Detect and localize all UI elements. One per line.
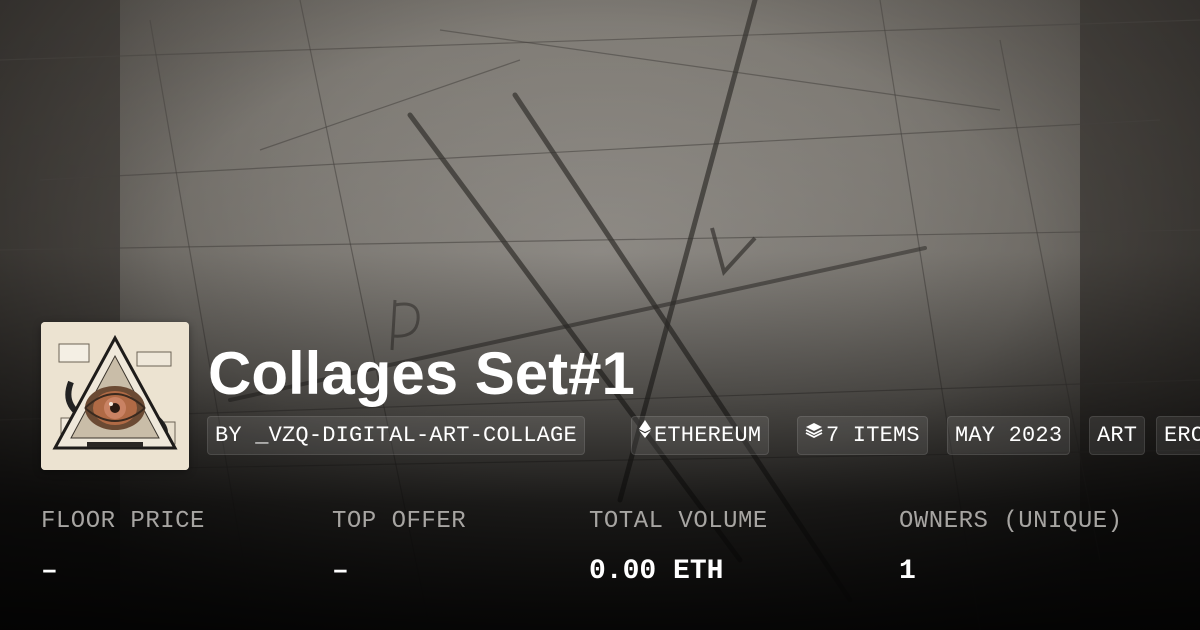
layers-icon	[805, 416, 823, 452]
creator-chip-label: BY _VZQ-DIGITAL-ART-COLLAGE	[215, 423, 577, 448]
category-chip-label: ART	[1097, 423, 1138, 448]
standard-chip: ERC	[1156, 416, 1200, 455]
floor-price-label: FLOOR PRICE	[41, 508, 205, 535]
collection-thumbnail	[41, 322, 189, 470]
floor-price-value: –	[41, 556, 58, 587]
items-chip-label: 7 ITEMS	[826, 423, 920, 448]
standard-chip-label: ERC	[1164, 423, 1200, 448]
top-offer-label: TOP OFFER	[332, 508, 467, 535]
top-offer-value: –	[332, 556, 349, 587]
category-chip[interactable]: ART	[1089, 416, 1146, 455]
chain-chip[interactable]: ETHEREUM	[631, 416, 770, 455]
date-chip-label: MAY 2023	[955, 423, 1063, 448]
creator-chip[interactable]: BY _VZQ-DIGITAL-ART-COLLAGE	[207, 416, 585, 455]
owners-value: 1	[899, 556, 916, 587]
ethereum-icon	[639, 416, 651, 452]
owners-label: OWNERS (UNIQUE)	[899, 508, 1123, 535]
eye-triangle-collage-image	[41, 322, 189, 470]
total-volume-value: 0.00 ETH	[589, 556, 724, 587]
total-volume-label: TOTAL VOLUME	[589, 508, 768, 535]
collection-share-card: Collages Set#1 BY _VZQ-DIGITAL-ART-COLLA…	[0, 0, 1200, 630]
chain-chip-label: ETHEREUM	[654, 423, 762, 448]
items-chip[interactable]: 7 ITEMS	[797, 416, 928, 455]
date-chip: MAY 2023	[947, 416, 1071, 455]
collection-meta-chips: BY _VZQ-DIGITAL-ART-COLLAGE ETHEREUM 7 I…	[207, 416, 1200, 456]
collection-title: Collages Set#1	[208, 340, 635, 407]
